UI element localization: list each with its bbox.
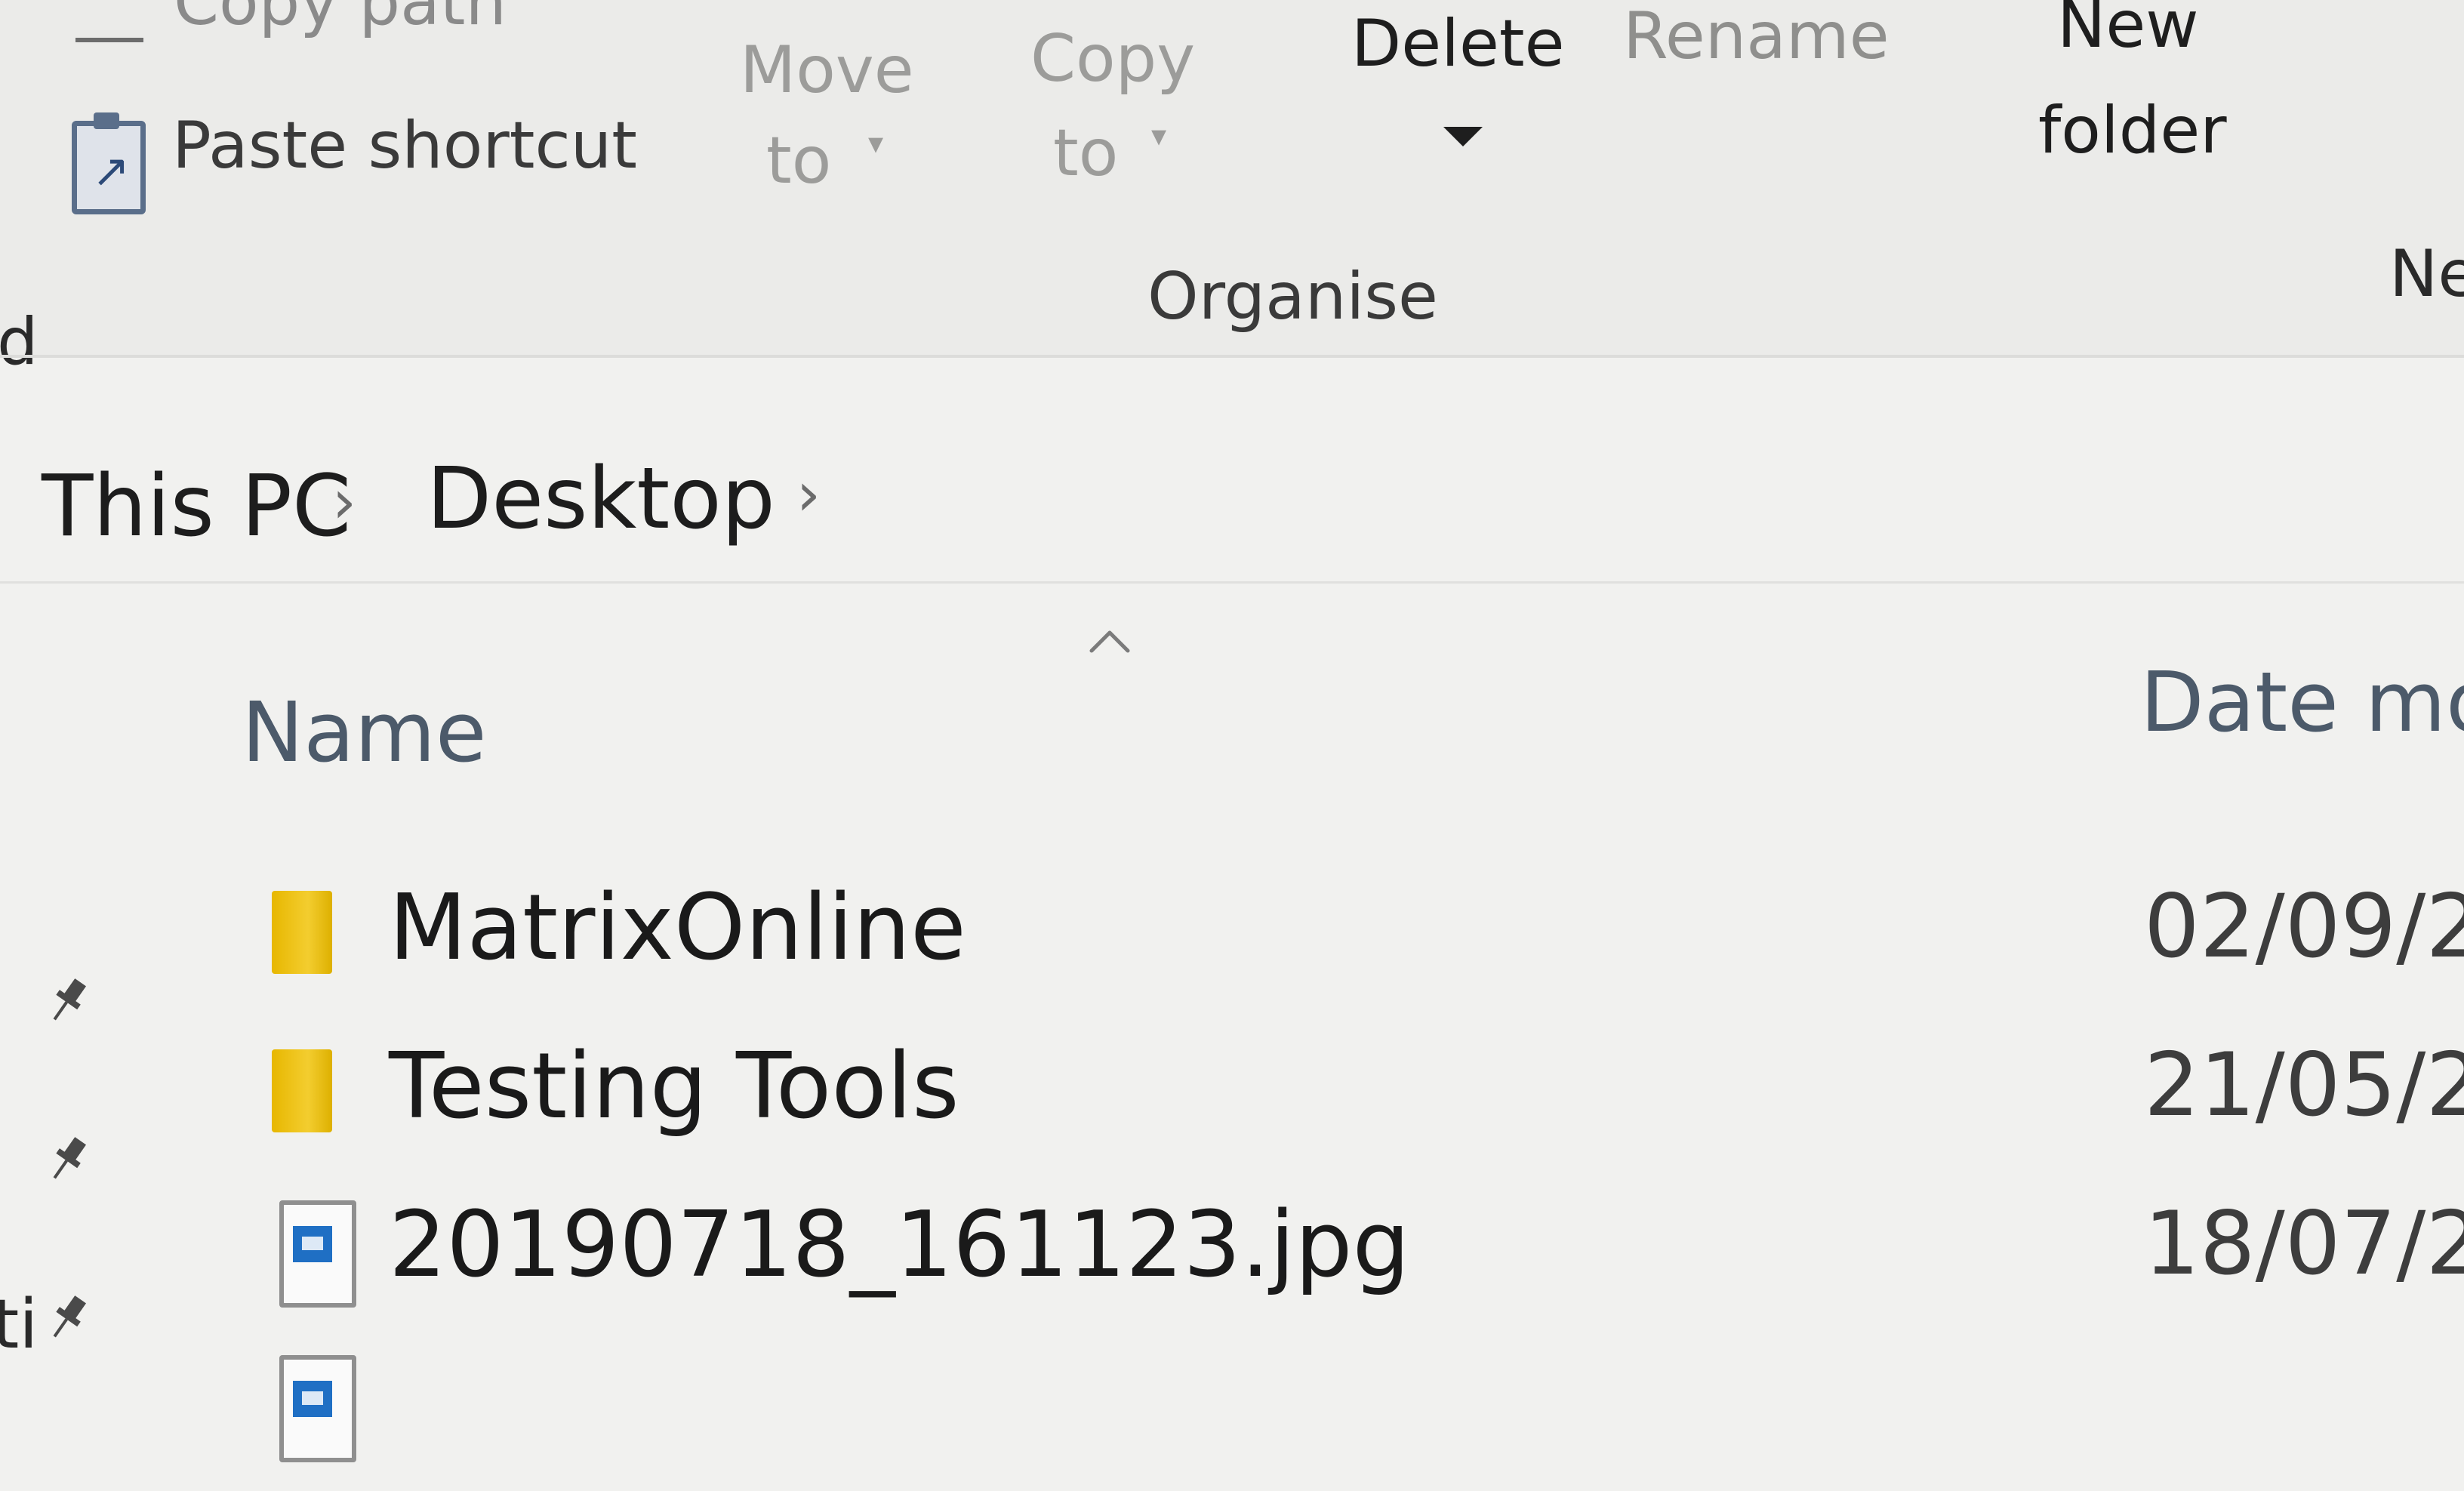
pin-icon[interactable]	[42, 1132, 94, 1185]
list-item[interactable]: Testing Tools 21/05/20	[0, 1027, 2464, 1179]
paste-shortcut-button[interactable]: Paste shortcut	[172, 113, 637, 178]
clipboard-clip	[94, 112, 119, 129]
new-folder-button-line1[interactable]: New	[2057, 0, 2199, 57]
folder-icon	[272, 891, 332, 974]
copy-path-icon[interactable]	[75, 0, 143, 42]
pin-icon[interactable]	[42, 974, 94, 1027]
list-item[interactable]: MatrixOnline 02/09/20	[0, 868, 2464, 1021]
file-name[interactable]: MatrixOnline	[389, 883, 966, 974]
list-item[interactable]	[0, 1340, 2464, 1491]
shortcut-arrow-icon: ↗	[92, 145, 131, 198]
chevron-right-icon[interactable]: ›	[332, 472, 356, 532]
new-folder-button-line2[interactable]: folder	[2038, 98, 2227, 163]
sort-up-icon	[1089, 630, 1130, 653]
clipboard-group-label: d	[0, 304, 38, 380]
breadcrumb-desktop[interactable]: Desktop	[427, 457, 775, 541]
column-header-name[interactable]: Name	[242, 691, 487, 774]
ribbon: Copy path ↗ Paste shortcut Move to ▾ Cop…	[0, 0, 2464, 374]
new-group-label: Ne	[2389, 236, 2464, 312]
breadcrumb-this-pc[interactable]: This PC	[42, 464, 351, 549]
rename-button[interactable]: Rename	[1623, 4, 1890, 69]
copy-path-button[interactable]: Copy path	[174, 0, 507, 35]
address-bar-divider	[0, 581, 2464, 584]
paste-shortcut-icon[interactable]: ↗	[72, 112, 146, 214]
folder-icon	[272, 1049, 332, 1132]
file-name[interactable]: 20190718_161123.jpg	[389, 1200, 1410, 1291]
copy-to-button-line1[interactable]: Copy	[1030, 26, 1195, 91]
chevron-right-icon[interactable]: ›	[796, 464, 821, 525]
file-date-modified: 21/05/20	[2144, 1034, 2464, 1136]
image-thumbnail	[293, 1226, 332, 1262]
file-date-modified: 02/09/20	[2144, 876, 2464, 978]
file-date-modified: 18/07/20	[2144, 1193, 2464, 1295]
breadcrumb[interactable]: This PC › Desktop ›	[0, 408, 2464, 559]
image-file-icon	[279, 1200, 356, 1308]
image-thumbnail	[293, 1381, 332, 1417]
move-to-button-line2[interactable]: to	[766, 128, 831, 193]
column-header-date-modified[interactable]: Date mo	[2140, 661, 2464, 744]
file-name[interactable]: Testing Tools	[389, 1042, 959, 1132]
copy-to-button-line2[interactable]: to	[1053, 121, 1118, 186]
pin-icon[interactable]	[42, 1291, 94, 1344]
delete-dropdown-icon[interactable]	[1443, 127, 1483, 146]
ribbon-divider	[0, 355, 2464, 358]
list-item[interactable]: ti 20190718_161123.jpg 18/07/20	[0, 1185, 2464, 1359]
organise-group-label: Organise	[1147, 259, 1438, 334]
move-to-button-line1[interactable]: Move	[740, 38, 914, 103]
copy-to-dropdown-icon[interactable]: ▾	[1151, 121, 1166, 151]
image-file-icon	[279, 1355, 356, 1462]
move-to-dropdown-icon[interactable]: ▾	[868, 128, 883, 159]
delete-button[interactable]: Delete	[1351, 11, 1565, 76]
